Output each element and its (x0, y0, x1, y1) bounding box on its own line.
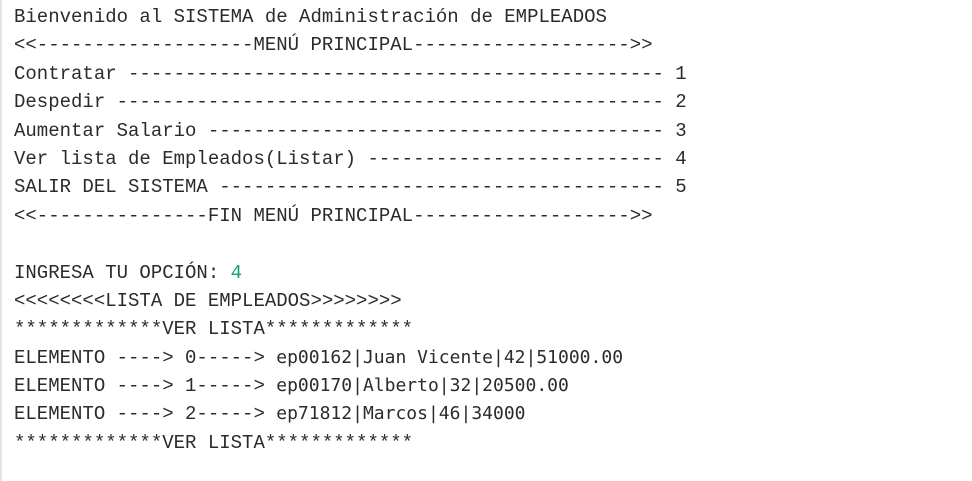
menu-item-contratar: Contratar ------------------------------… (14, 62, 687, 85)
menu-header: <<-------------------MENÚ PRINCIPAL-----… (14, 34, 653, 57)
welcome-line: Bienvenido al SISTEMA de Administración … (14, 6, 607, 28)
option-input-value[interactable]: 4 (231, 262, 242, 284)
menu-item-aumentar-salario: Aumentar Salario -----------------------… (14, 119, 687, 142)
employee-row: ELEMENTO ----> 0-----> ep00162|Juan Vice… (14, 344, 972, 372)
option-prompt-line[interactable]: INGRESA TU OPCIÓN: 4 (14, 259, 972, 287)
menu-footer: <<---------------FIN MENÚ PRINCIPAL-----… (14, 204, 653, 227)
list-border-bottom: *************VER LISTA************* (14, 431, 414, 454)
list-border-top: *************VER LISTA************* (14, 318, 414, 341)
employee-row-data: ep00170|Alberto|32|20500.00 (276, 375, 569, 397)
employee-row-prefix: ELEMENTO ----> 0-----> (14, 346, 277, 369)
menu-item-despedir: Despedir -------------------------------… (14, 91, 687, 114)
list-title: <<<<<<<<LISTA DE EMPLEADOS>>>>>>>> (14, 289, 402, 312)
option-prompt-label: INGRESA TU OPCIÓN: (14, 261, 231, 284)
menu-item-salir: SALIR DEL SISTEMA ----------------------… (14, 176, 687, 199)
employee-row: ELEMENTO ----> 2-----> ep71812|Marcos|46… (14, 400, 972, 428)
employee-row: ELEMENTO ----> 1-----> ep00170|Alberto|3… (14, 372, 972, 400)
menu-item-ver-lista: Ver lista de Empleados(Listar) ---------… (14, 147, 687, 170)
employee-row-prefix: ELEMENTO ----> 1-----> (14, 375, 277, 398)
employee-row-data: ep71812|Marcos|46|34000 (276, 403, 526, 425)
employee-row-prefix: ELEMENTO ----> 2-----> (14, 403, 277, 426)
employee-row-data: ep00162|Juan Vicente|42|51000.00 (276, 346, 624, 368)
console-output: Bienvenido al SISTEMA de Administración … (0, 0, 972, 481)
